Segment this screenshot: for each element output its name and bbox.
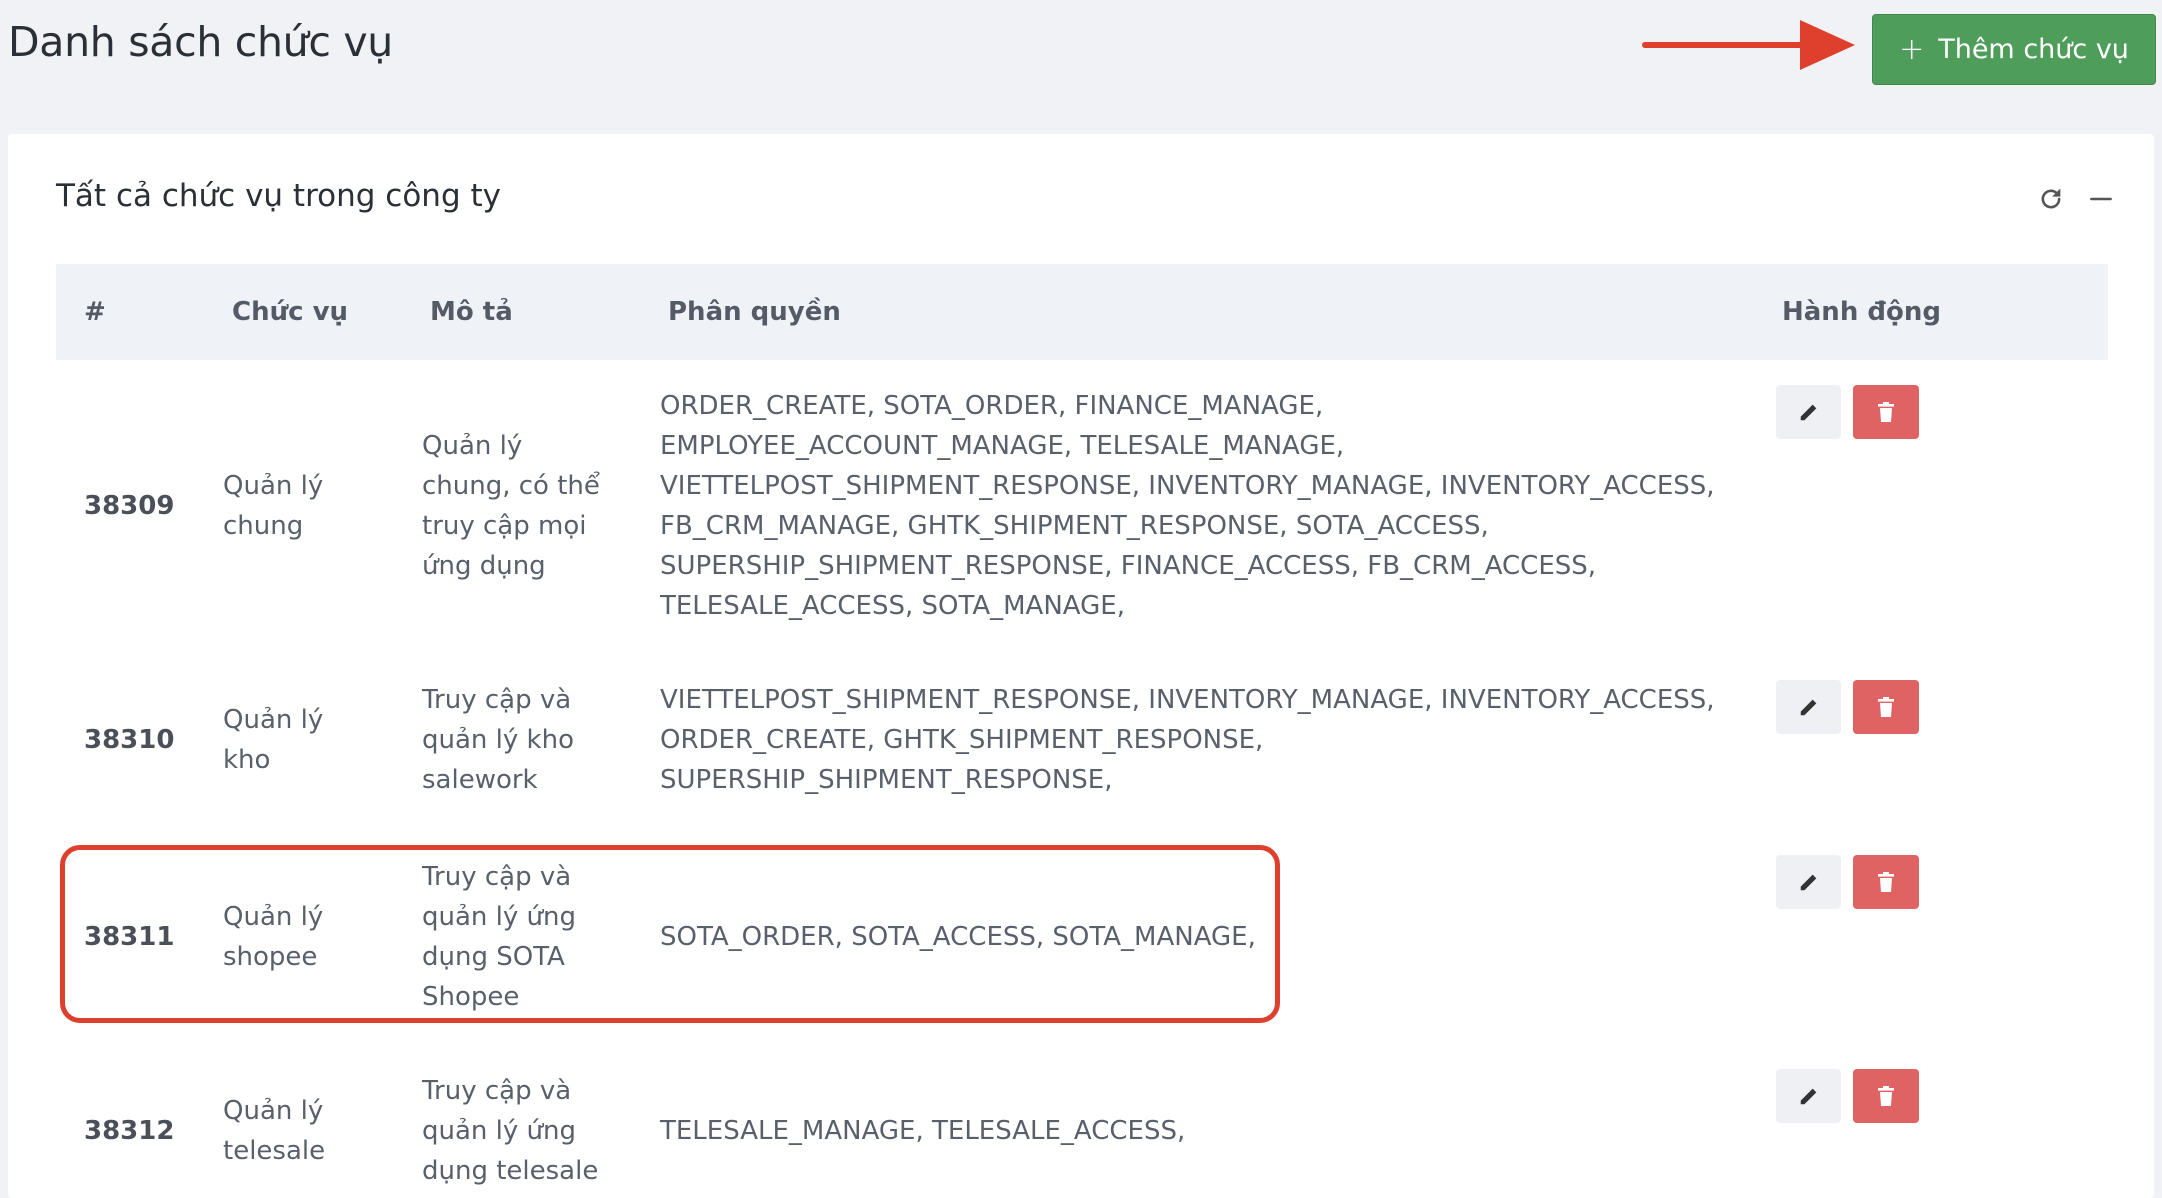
roles-card: Tất cả chức vụ trong công ty # Chức vụ M… (8, 134, 2154, 1198)
trash-icon (1878, 402, 1894, 422)
role-description: Quản lý chung, có thể truy cập mọi ứng dụn… (422, 431, 600, 581)
header-actions: Hành động (1782, 297, 1941, 327)
delete-button[interactable] (1853, 1069, 1919, 1123)
delete-button[interactable] (1853, 680, 1919, 734)
add-role-button[interactable]: + Thêm chức vụ (1872, 14, 2156, 85)
edit-button[interactable] (1776, 680, 1841, 734)
pencil-icon (1800, 699, 1816, 716)
role-name: Quản lý telesale (223, 1096, 326, 1166)
role-permissions: TELESALE_MANAGE, TELESALE_ACCESS, (660, 1116, 1186, 1146)
page-title: Danh sách chức vụ (8, 18, 393, 66)
role-permissions: VIETTELPOST_SHIPMENT_RESPONSE, INVENTORY… (660, 685, 1715, 795)
role-name: Quản lý kho (223, 705, 324, 775)
role-name: Quản lý chung (223, 471, 324, 541)
card-title: Tất cả chức vụ trong công ty (56, 178, 501, 214)
header-role: Chức vụ (232, 297, 349, 327)
trash-icon (1878, 1086, 1894, 1106)
role-permissions: ORDER_CREATE, SOTA_ORDER, FINANCE_MANAGE… (660, 391, 1715, 621)
add-role-label: Thêm chức vụ (1938, 34, 2129, 65)
minus-icon[interactable] (2086, 184, 2116, 214)
pencil-icon (1800, 874, 1816, 891)
edit-button[interactable] (1776, 855, 1841, 909)
header-permissions: Phân quyền (668, 297, 841, 327)
role-id: 38310 (84, 725, 175, 755)
table-header: # Chức vụ Mô tả Phân quyền Hành động (56, 264, 2108, 360)
pencil-icon (1800, 1088, 1816, 1105)
delete-button[interactable] (1853, 385, 1919, 439)
role-description: Truy cập và quản lý ứng dụng telesale (422, 1076, 599, 1186)
plus-icon: + (1899, 31, 1925, 67)
refresh-icon[interactable] (2036, 184, 2066, 214)
trash-icon (1878, 697, 1894, 717)
role-id: 38309 (84, 491, 175, 521)
delete-button[interactable] (1853, 855, 1919, 909)
role-description: Truy cập và quản lý kho salework (422, 685, 574, 795)
header-description: Mô tả (430, 297, 513, 327)
annotation-arrow (1642, 20, 1855, 70)
role-id: 38312 (84, 1116, 175, 1146)
edit-button[interactable] (1776, 385, 1841, 439)
header-id: # (84, 297, 106, 327)
trash-icon (1878, 872, 1894, 892)
edit-button[interactable] (1776, 1069, 1841, 1123)
pencil-icon (1800, 404, 1816, 421)
annotation-highlight-box (60, 845, 1280, 1023)
